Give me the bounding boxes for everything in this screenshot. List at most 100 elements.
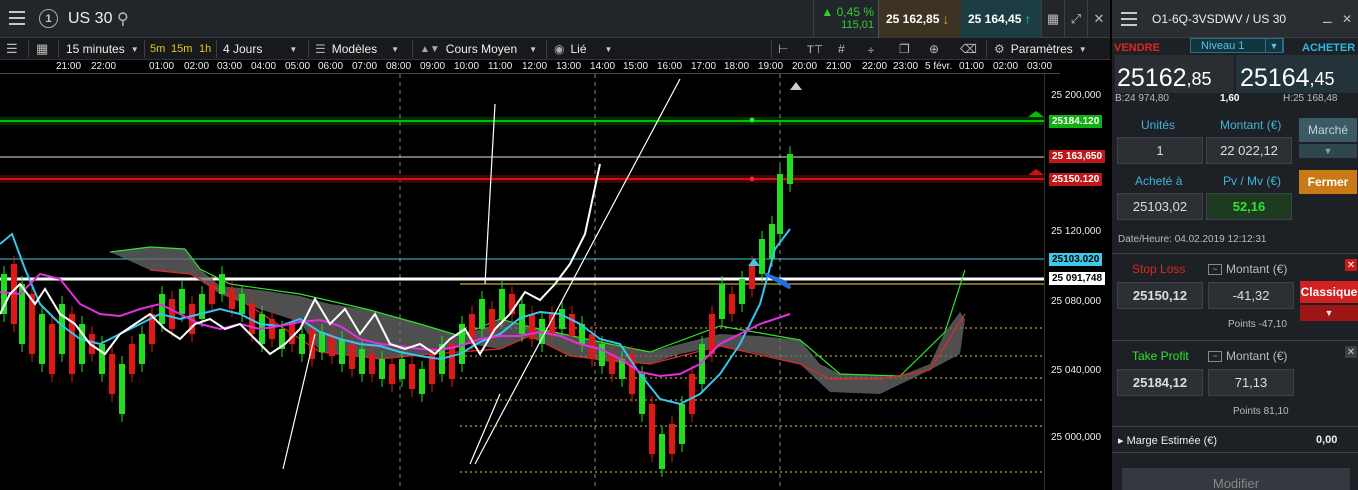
bearish-candle xyxy=(389,364,395,384)
bullish-candle xyxy=(679,404,685,444)
sl-dot xyxy=(749,176,755,182)
grid-icon[interactable]: ▦ xyxy=(36,38,48,60)
take-profit-amount-input[interactable]: 71,13 xyxy=(1208,369,1294,396)
buy-price-button[interactable]: 25 164,45 ↑ xyxy=(961,0,1041,38)
time-label: 5 févr. xyxy=(925,61,953,72)
buy-price-button[interactable]: 25164,45 xyxy=(1236,55,1358,93)
link-select[interactable]: ◉ Lié ▼ xyxy=(554,38,612,60)
list-icon[interactable]: ☰ xyxy=(6,38,18,60)
take-profit-tag: 25184.120 xyxy=(1049,115,1103,128)
time-label: 12:00 xyxy=(522,61,548,72)
grid-layout-icon[interactable]: ▦ xyxy=(1041,0,1064,38)
buy-label: ACHETER xyxy=(1302,42,1356,54)
sell-price-button[interactable]: 25 162,85 ↓ xyxy=(878,0,961,38)
search-icon[interactable]: ⚲ xyxy=(117,9,129,29)
menu-icon[interactable] xyxy=(1120,12,1138,26)
order-type-button[interactable]: Marché xyxy=(1299,118,1357,142)
stop-type-button[interactable]: Classique xyxy=(1300,281,1358,303)
time-label: 23:00 xyxy=(893,61,919,72)
margin-row[interactable]: ▸ Marge Estimée (€) xyxy=(1118,434,1217,447)
remove-stop-loss-icon[interactable]: ✕ xyxy=(1345,259,1357,271)
bearish-candle xyxy=(49,324,55,374)
font-size-icon[interactable]: T⊤ xyxy=(807,38,823,60)
amount-input[interactable]: 22 022,12 xyxy=(1206,137,1292,164)
change-absolute: 115,01 xyxy=(841,19,874,31)
take-profit-label: Take Profit xyxy=(1132,349,1189,363)
time-label: 16:00 xyxy=(657,61,683,72)
remove-take-profit-icon[interactable]: ✕ xyxy=(1345,346,1357,358)
modify-button[interactable]: Modifier xyxy=(1122,468,1350,490)
indicator-icon: ▲▼ xyxy=(420,43,440,55)
stop-loss-amount-input[interactable]: -41,32 xyxy=(1208,282,1294,309)
period-select[interactable]: 4 Jours ▼ xyxy=(223,38,297,60)
drawing-tools-icon[interactable]: ⧾ xyxy=(868,38,874,60)
crosshair-icon[interactable]: ⊕ xyxy=(929,38,939,60)
take-profit-amount-label: ~ Montant (€) xyxy=(1208,349,1287,363)
trendline xyxy=(282,333,316,470)
trade-datetime: Date/Heure: 04.02.2019 12:12:31 xyxy=(1118,234,1267,245)
models-select[interactable]: ☰ Modèles ▼ xyxy=(315,38,399,60)
close-position-button[interactable]: Fermer xyxy=(1299,170,1357,194)
close-icon[interactable]: ✕ xyxy=(1342,12,1352,26)
chevron-down-icon: ▼ xyxy=(1078,44,1087,54)
eraser-icon[interactable]: ⌫ xyxy=(960,38,977,60)
price-label: 25 040,000 xyxy=(1051,365,1102,376)
stop-loss-points: Points -47,10 xyxy=(1228,319,1287,330)
menu-icon[interactable] xyxy=(8,11,26,25)
indicator-select[interactable]: ▲▼ Cours Moyen ▼ xyxy=(420,38,537,60)
time-label: 03:00 xyxy=(217,61,243,72)
buy-price-main: 25164 xyxy=(1240,64,1310,92)
link-label: Lié xyxy=(570,42,587,56)
quick-frame-5m[interactable]: 5m xyxy=(150,38,165,60)
quick-frame-1h[interactable]: 1h xyxy=(199,38,211,60)
collapse-icon[interactable]: ⤢ xyxy=(1064,0,1087,38)
bullish-candle xyxy=(379,359,385,379)
sell-price-decimals: ,85 xyxy=(1186,69,1212,89)
bearish-candle xyxy=(169,299,175,329)
time-label: 14:00 xyxy=(590,61,616,72)
units-input[interactable]: 1 xyxy=(1117,137,1203,164)
bullish-candle xyxy=(239,294,245,314)
time-label: 15:00 xyxy=(623,61,649,72)
time-label: 01:00 xyxy=(149,61,175,72)
bullish-candle xyxy=(139,334,145,364)
time-label: 06:00 xyxy=(318,61,344,72)
home-marker-icon xyxy=(790,82,802,90)
chevron-down-icon: ▼ xyxy=(289,44,298,54)
settings-select[interactable]: ⚙ Paramètres ▼ xyxy=(994,38,1087,60)
time-label: 21:00 xyxy=(826,61,852,72)
layers-icon[interactable]: ❐ xyxy=(899,38,910,60)
quick-frame-15m[interactable]: 15m xyxy=(171,38,192,60)
chart-toolbar: ☰ ▦ 15 minutes ▼ 5m 15m 1h 4 Jours ▼ ☰ Mod… xyxy=(0,38,1110,60)
take-profit-price-input[interactable]: 25184,12 xyxy=(1117,369,1203,396)
bearish-candle xyxy=(129,344,135,374)
time-label: 01:00 xyxy=(959,61,985,72)
timeframe-value: 15 minutes xyxy=(66,42,125,56)
crosshair-grid-icon[interactable]: # xyxy=(838,38,845,60)
chevron-down-icon[interactable]: ▼ xyxy=(1300,305,1358,321)
indicator-label: Cours Moyen xyxy=(445,42,518,56)
time-label: 08:00 xyxy=(386,61,412,72)
price-chart[interactable] xyxy=(0,74,1044,490)
take-profit-glow xyxy=(0,117,1044,125)
chevron-down-icon[interactable]: ▼ xyxy=(1265,38,1283,53)
close-icon[interactable]: ✕ xyxy=(1087,0,1110,38)
bullish-candle xyxy=(719,284,725,319)
bullish-candle xyxy=(299,334,305,354)
instrument-name[interactable]: US 30 xyxy=(68,10,112,28)
info-icon[interactable]: 1 xyxy=(39,9,58,28)
units-label: Unités xyxy=(1141,118,1176,132)
stop-loss-price-input[interactable]: 25150,12 xyxy=(1117,282,1203,309)
timeframe-select[interactable]: 15 minutes ▼ xyxy=(66,38,139,60)
change-percent: ▲ 0,45 % xyxy=(821,5,874,19)
position-arrow-icon xyxy=(764,272,792,290)
text-tool-icon[interactable]: ⊢ xyxy=(778,38,788,60)
minimize-icon[interactable]: ⚊ xyxy=(1322,12,1333,26)
time-label: 03:00 xyxy=(1027,61,1053,72)
price-label: 25 000,000 xyxy=(1051,432,1102,443)
sell-price-button[interactable]: 25162,85 xyxy=(1115,55,1234,93)
chevron-down-icon[interactable]: ▼ xyxy=(1299,144,1357,158)
daily-change: ▲ 0,45 % 115,01 xyxy=(813,0,878,38)
bullish-candle xyxy=(759,239,765,274)
price-axis: 25 200,000 25184.120 25 163,650 25150.12… xyxy=(1044,74,1110,490)
